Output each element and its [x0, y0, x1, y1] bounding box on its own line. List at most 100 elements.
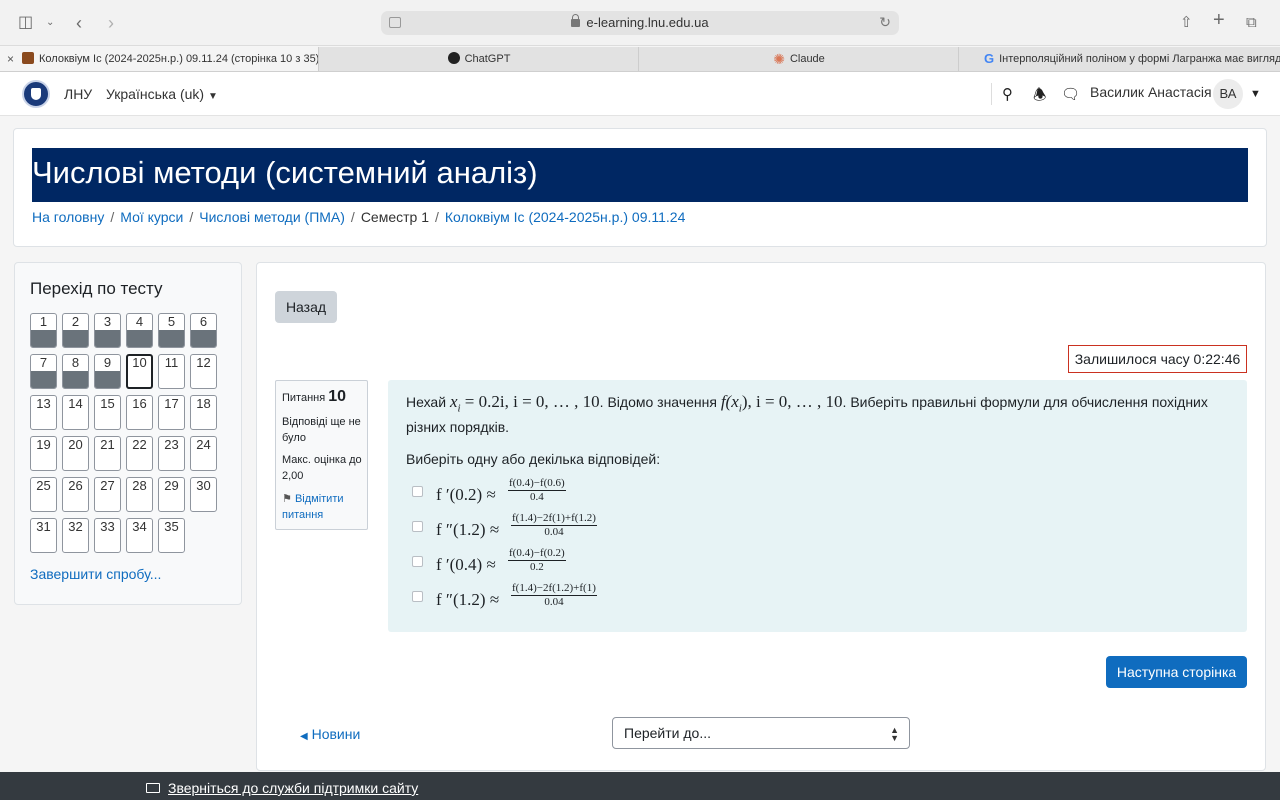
fraction-denominator: 0.4 — [529, 491, 544, 503]
answer-lhs: f ′(0.4) ≈ — [436, 555, 496, 574]
question-nav-button[interactable]: 15 — [94, 395, 121, 430]
answered-indicator — [95, 330, 120, 347]
question-nav-button[interactable]: 1 — [30, 313, 57, 348]
header-divider — [991, 83, 992, 105]
jump-to-select[interactable]: Перейти до... ▲ ▼ — [612, 717, 910, 749]
messages-icon[interactable]: 🗨 — [1061, 85, 1080, 103]
question-nav-button[interactable]: 10 — [126, 354, 153, 389]
answer-checkbox[interactable] — [412, 521, 423, 532]
question-nav-button[interactable]: 8 — [62, 354, 89, 389]
question-nav-button[interactable]: 7 — [30, 354, 57, 389]
question-nav-button[interactable]: 18 — [190, 395, 217, 430]
question-nav-number: 3 — [103, 314, 112, 329]
question-nav-button[interactable]: 35 — [158, 518, 185, 553]
question-nav-button[interactable]: 29 — [158, 477, 185, 512]
question-nav-button[interactable]: 30 — [190, 477, 217, 512]
question-nav-button[interactable]: 26 — [62, 477, 89, 512]
site-name-link[interactable]: ЛНУ — [64, 86, 92, 102]
question-nav-button[interactable]: 25 — [30, 477, 57, 512]
support-link[interactable]: Зверніться до служби підтримки сайту — [146, 780, 418, 796]
question-nav-number: 28 — [132, 478, 147, 493]
tab-overview-icon[interactable]: ⧉ — [1246, 13, 1257, 33]
finish-attempt-link[interactable]: Завершити спробу... — [30, 566, 161, 582]
tab-chatgpt[interactable]: ChatGPT — [320, 47, 639, 71]
new-tab-icon[interactable]: + — [1213, 10, 1225, 30]
share-icon[interactable]: ⇧ — [1180, 13, 1193, 33]
question-nav-button[interactable]: 3 — [94, 313, 121, 348]
question-nav-button[interactable]: 19 — [30, 436, 57, 471]
select-arrows-icon: ▲ ▼ — [890, 725, 899, 743]
avatar[interactable]: ВА — [1213, 79, 1243, 109]
question-nav-number: 4 — [135, 314, 144, 329]
question-nav-button[interactable]: 23 — [158, 436, 185, 471]
question-nav-number: 7 — [39, 355, 48, 370]
language-menu[interactable]: Українська (uk) ▼ — [106, 86, 218, 102]
triangle-left-icon: ◀ — [300, 731, 308, 742]
breadcrumb-quiz[interactable]: Колоквіум Іс (2024-2025н.р.) 09.11.24 — [445, 209, 685, 225]
answered-indicator — [63, 371, 88, 388]
question-nav-button[interactable]: 21 — [94, 436, 121, 471]
question-nav-button[interactable]: 11 — [158, 354, 185, 389]
next-page-button[interactable]: Наступна сторінка — [1106, 656, 1247, 688]
question-nav-button[interactable]: 33 — [94, 518, 121, 553]
question-nav-button[interactable]: 24 — [190, 436, 217, 471]
breadcrumb-my-courses[interactable]: Мої курси — [120, 209, 183, 225]
question-nav-number: 26 — [68, 478, 83, 493]
answer-checkbox[interactable] — [412, 556, 423, 567]
breadcrumb-course[interactable]: Числові методи (ПМА) — [199, 209, 345, 225]
question-nav-number: 21 — [100, 437, 115, 452]
question-nav-button[interactable]: 31 — [30, 518, 57, 553]
tab-quiz[interactable]: × Колоквіум Іс (2024-2025н.р.) 09.11.24 … — [0, 47, 319, 71]
question-nav-button[interactable]: 4 — [126, 313, 153, 348]
tab-google[interactable]: G Інтерполяційний поліном у формі Лагранж… — [960, 47, 1280, 71]
question-nav-number: 11 — [164, 355, 179, 370]
question-nav-button[interactable]: 9 — [94, 354, 121, 389]
question-nav-number: 14 — [68, 396, 83, 411]
question-nav-number: 29 — [164, 478, 179, 493]
answer-lhs: f ′(0.2) ≈ — [436, 485, 496, 504]
breadcrumb-home[interactable]: На головну — [32, 209, 104, 225]
back-arrow-icon[interactable]: ‹ — [76, 13, 82, 33]
language-label: Українська (uk) — [106, 86, 205, 102]
back-button[interactable]: Назад — [275, 291, 337, 323]
answer-checkbox[interactable] — [412, 486, 423, 497]
fraction-numerator: f(0.4)−f(0.2) — [508, 547, 566, 561]
question-nav-number: 19 — [36, 437, 51, 452]
close-icon[interactable]: × — [7, 47, 14, 71]
question-nav-button[interactable]: 13 — [30, 395, 57, 430]
answer-fraction: f(0.4)−f(0.2) 0.2 — [508, 547, 566, 574]
question-nav-button[interactable]: 32 — [62, 518, 89, 553]
question-nav-button[interactable]: 12 — [190, 354, 217, 389]
sidebar-toggle-icon[interactable]: ◫ — [18, 13, 33, 33]
forward-arrow-icon[interactable]: › — [108, 13, 114, 33]
reload-icon[interactable]: ↻ — [879, 14, 891, 31]
question-number-value: 10 — [328, 388, 347, 405]
question-nav-button[interactable]: 5 — [158, 313, 185, 348]
tab-claude[interactable]: ✺ Claude — [640, 47, 959, 71]
chevron-down-icon[interactable]: ▼ — [1250, 88, 1261, 100]
answer-checkbox[interactable] — [412, 591, 423, 602]
university-logo[interactable] — [22, 80, 50, 108]
question-nav-button[interactable]: 22 — [126, 436, 153, 471]
question-nav-button[interactable]: 6 — [190, 313, 217, 348]
question-nav-button[interactable]: 28 — [126, 477, 153, 512]
chevron-down-icon[interactable]: ⌄ — [46, 13, 54, 33]
question-text: Нехай xi = 0.2i, i = 0, … , 10. Відомо з… — [406, 392, 1226, 437]
question-nav-button[interactable]: 14 — [62, 395, 89, 430]
question-nav-button[interactable]: 20 — [62, 436, 89, 471]
question-nav-button[interactable]: 34 — [126, 518, 153, 553]
search-icon[interactable]: ⚲ — [1002, 85, 1013, 103]
answered-indicator — [63, 330, 88, 347]
question-nav-button[interactable]: 17 — [158, 395, 185, 430]
math-rest: ), i = 0, … , 10 — [741, 392, 843, 411]
bell-icon[interactable]: 🕭 — [1033, 85, 1046, 110]
flag-question-link[interactable]: ⚑ Відмітити питання — [282, 491, 366, 523]
math-rest: = 0.2i, i = 0, … , 10 — [460, 392, 600, 411]
news-link[interactable]: ◀ Новини — [300, 726, 360, 742]
user-name[interactable]: Василик Анастасія — [1090, 84, 1212, 100]
question-nav-button[interactable]: 2 — [62, 313, 89, 348]
address-bar[interactable]: e-learning.lnu.edu.ua ↻ — [381, 11, 899, 35]
question-nav-button[interactable]: 16 — [126, 395, 153, 430]
question-nav-button[interactable]: 27 — [94, 477, 121, 512]
page-title: Числові методи (системний аналіз) — [32, 148, 1248, 202]
